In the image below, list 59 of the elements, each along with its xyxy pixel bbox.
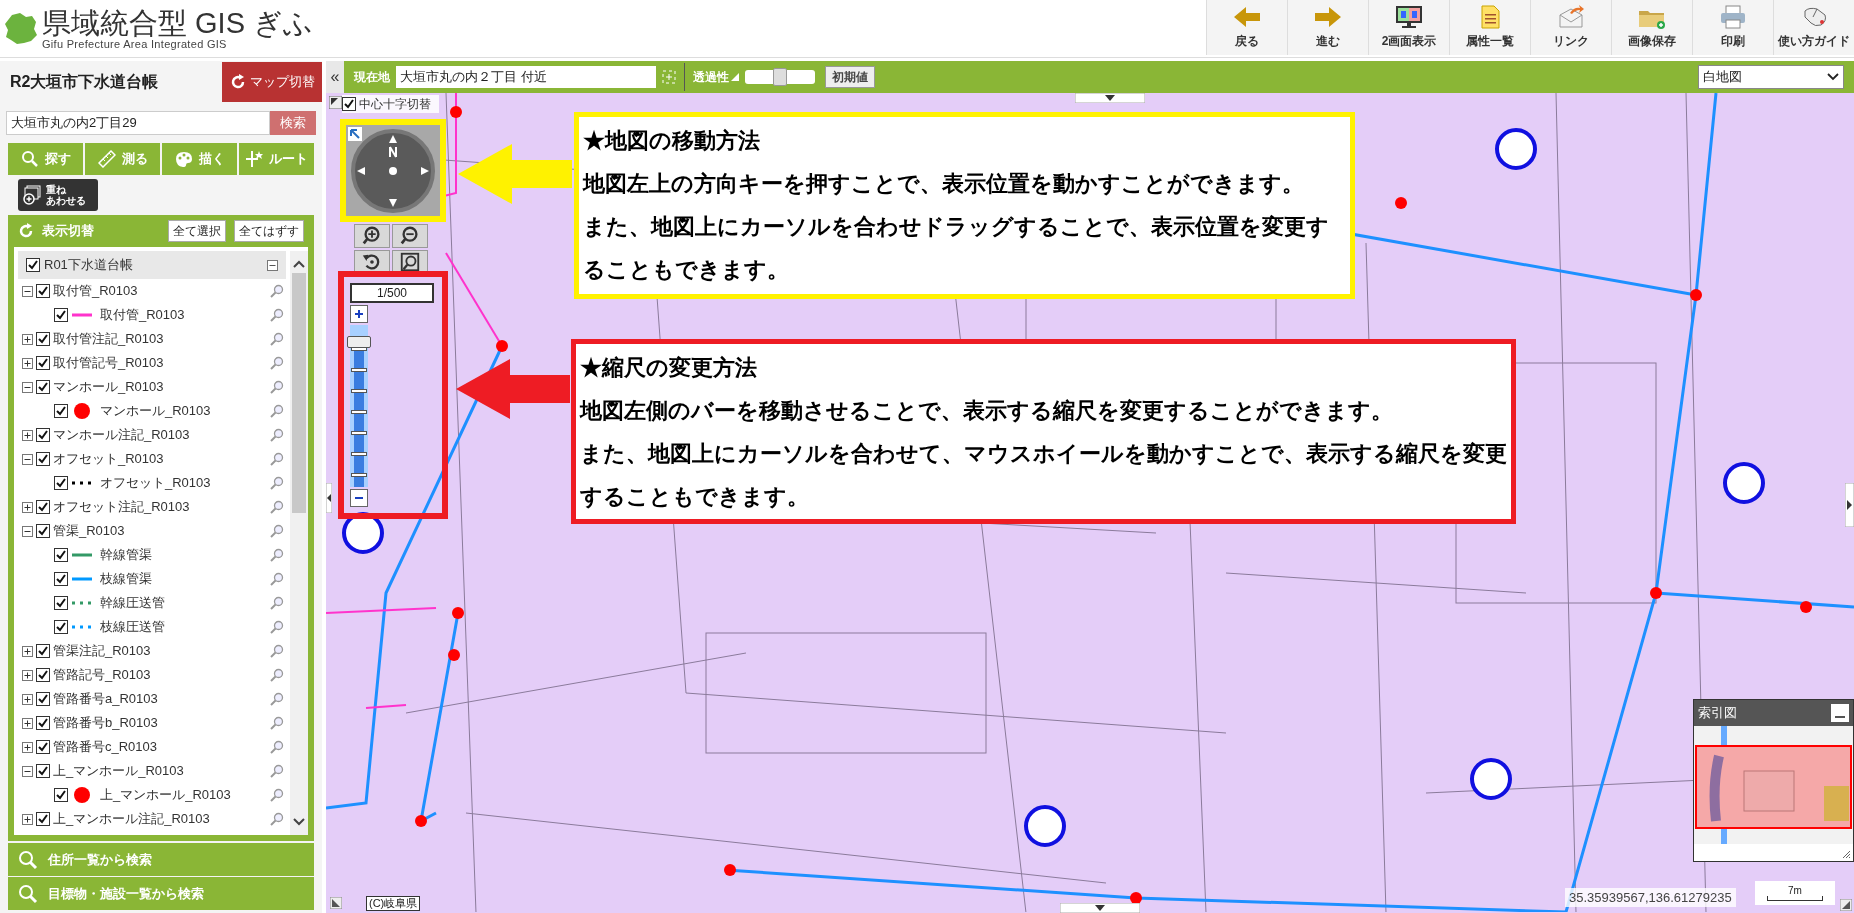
scale-display: 1/500 xyxy=(350,283,434,303)
reset-button[interactable]: 初期値 xyxy=(825,66,875,88)
layer-label: 管路番号c_R0103 xyxy=(53,738,158,757)
toolbar-button[interactable]: 2画面表示 xyxy=(1368,0,1449,55)
layer-label: R01下水道台帳 xyxy=(44,256,133,275)
toolbar-button[interactable]: 画像保存 xyxy=(1611,0,1692,55)
callout-text: 地図左側のバーを移動させることで、表示する縮尺を変更することができます。 xyxy=(580,397,1394,425)
transparency-label: 透過性 xyxy=(693,69,729,86)
location-label: 現在地 xyxy=(354,69,390,86)
toolbar-button[interactable]: 使い方ガイド xyxy=(1773,0,1854,55)
layer-label: 管路番号b_R0103 xyxy=(53,714,158,733)
layer-label: 枝線管渠 xyxy=(100,570,152,589)
collapse-panel-button[interactable]: « xyxy=(326,61,344,93)
app-title: 県域統合型 GIS ぎふ xyxy=(42,7,314,39)
callout-text: また、地図上にカーソルを合わせドラッグすることで、表示位置を変更することもできます。 xyxy=(583,213,1330,284)
search-field[interactable]: 大垣市丸の内2丁目29 xyxy=(6,111,270,135)
toolbar-button[interactable]: 属性一覧 xyxy=(1449,0,1530,55)
layer-label: 管路記号_R0103 xyxy=(53,666,151,685)
layer-label: マンホール_R0103 xyxy=(100,402,211,421)
scale-bar-label: 7m xyxy=(1788,885,1802,896)
select-all-button[interactable]: 全て選択 xyxy=(168,220,226,242)
app-subtitle: Gifu Prefecture Area Integrated GIS xyxy=(42,39,228,50)
callout-text: 地図左上の方向キーを押すことで、表示位置を動かすことができます。 xyxy=(583,170,1305,198)
map-switch-button[interactable]: マップ切替 xyxy=(222,62,322,102)
crosshair-toggle-label: 中心十字切替 xyxy=(359,96,431,113)
layer-label: 上_マンホール注記_R0103 xyxy=(53,810,210,829)
layer-label: オフセット注記_R0103 xyxy=(53,498,190,517)
toolbar-button[interactable]: 印刷 xyxy=(1692,0,1773,55)
layer-label: 取付管_R0103 xyxy=(53,282,138,301)
location-field[interactable]: 大垣市丸の内２丁目 付近 xyxy=(396,66,656,88)
layer-label: オフセット_R0103 xyxy=(53,450,164,469)
toolbar-button[interactable]: 戻る xyxy=(1206,0,1287,55)
callout-title: ★地図の移動方法 xyxy=(583,127,761,155)
index-map-title: 索引図 xyxy=(1698,704,1738,723)
layer-label: 幹線管渠 xyxy=(100,546,152,565)
toolbar-button[interactable]: 進む xyxy=(1287,0,1368,55)
layer-label: 管渠注記_R0103 xyxy=(53,642,151,661)
layer-label: 管渠_R0103 xyxy=(53,522,125,541)
panel-heading: 表示切替 xyxy=(42,222,95,241)
layer-label: 取付管_R0103 xyxy=(100,306,185,325)
copyright-label: (C)岐阜県 xyxy=(366,896,421,911)
layer-label: 上_マンホール_R0103 xyxy=(53,762,184,781)
layer-label: 管路番号a_R0103 xyxy=(53,690,158,709)
basemap-select[interactable]: 白地図 xyxy=(1698,65,1844,89)
layer-label: 枝線圧送管 xyxy=(100,618,165,637)
callout-text: また、地図上にカーソルを合わせて、マウスホイールを動かすことで、表示する縮尺を変更することもできます。 xyxy=(580,440,1507,511)
layer-label: 取付管記号_R0103 xyxy=(53,354,164,373)
panel-title: R2大垣市下水道台帳 xyxy=(10,72,159,92)
layer-label: 幹線圧送管 xyxy=(100,594,165,613)
layer-label: オフセット_R0103 xyxy=(100,474,211,493)
layer-label: 取付管注記_R0103 xyxy=(53,330,164,349)
layer-label: マンホール注記_R0103 xyxy=(53,426,190,445)
layer-label: 上_マンホール_R0103 xyxy=(100,786,231,805)
layer-label: マンホール_R0103 xyxy=(53,378,164,397)
deselect-all-button[interactable]: 全てはずす xyxy=(234,220,304,242)
coordinates-readout: 35.35939567,136.61279235 xyxy=(1565,887,1736,907)
toolbar-button[interactable]: リンク xyxy=(1530,0,1611,55)
overlay-button[interactable]: 重ね あわせる xyxy=(18,179,98,211)
callout-title: ★縮尺の変更方法 xyxy=(580,354,758,382)
